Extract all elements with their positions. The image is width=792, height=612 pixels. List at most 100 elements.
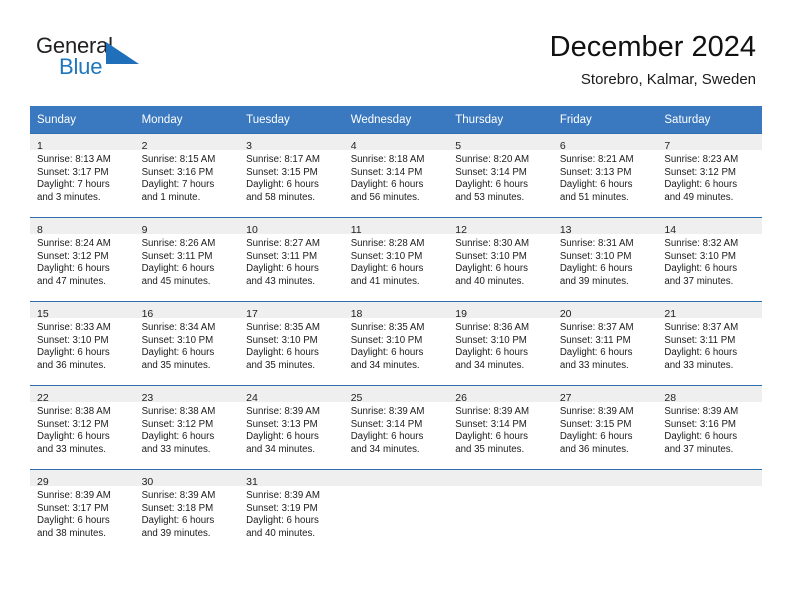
day-details — [344, 486, 449, 490]
sunrise-text: Sunrise: 8:30 AM — [455, 238, 530, 249]
calendar-day-cell[interactable]: 11 Sunrise: 8:28 AM Sunset: 3:10 PM Dayligh… — [343, 217, 449, 302]
daylight-text-line2: and 33 minutes. — [37, 443, 106, 455]
day-number: 11 — [350, 224, 362, 236]
day-details: Sunrise: 8:33 AM Sunset: 3:10 PM Daylight:… — [30, 318, 135, 372]
calendar-day-cell[interactable]: 24 Sunrise: 8:39 AM Sunset: 3:13 PM Dayligh… — [239, 385, 344, 470]
daylight-text-line2: and 35 minutes. — [455, 443, 525, 455]
sunrise-text: Sunrise: 8:37 AM — [559, 322, 634, 333]
calendar-day-cell[interactable]: 17 Sunrise: 8:35 AM Sunset: 3:10 PM Dayligh… — [239, 301, 344, 386]
sunset-text: Sunset: 3:12 PM — [37, 418, 109, 430]
sunrise-text: Sunrise: 8:31 AM — [559, 238, 634, 249]
sunset-text: Sunset: 3:18 PM — [141, 502, 214, 514]
calendar-day-cell[interactable]: 2 Sunrise: 8:15 AM Sunset: 3:16 PM Daylight… — [134, 133, 240, 218]
calendar-day-cell[interactable]: 27 Sunrise: 8:39 AM Sunset: 3:15 PM Dayligh… — [552, 385, 658, 470]
calendar-day-cell[interactable]: 14 Sunrise: 8:32 AM Sunset: 3:10 PM Dayligh… — [657, 217, 762, 302]
calendar-day-cell-empty — [343, 469, 449, 553]
calendar-day-cell[interactable]: 23 Sunrise: 8:38 AM Sunset: 3:12 PM Dayligh… — [134, 385, 240, 470]
calendar-week-row: 15 Sunrise: 8:33 AM Sunset: 3:10 PM Dayligh… — [30, 301, 762, 386]
sunset-text: Sunset: 3:13 PM — [246, 418, 318, 430]
day-number: 29 — [37, 476, 49, 488]
sunset-text: Sunset: 3:14 PM — [350, 166, 423, 178]
daylight-text-line2: and 34 minutes. — [350, 359, 420, 371]
calendar-day-cell[interactable]: 4 Sunrise: 8:18 AM Sunset: 3:14 PM Daylight… — [343, 133, 449, 218]
sunrise-text: Sunrise: 8:28 AM — [350, 238, 425, 249]
day-number: 14 — [664, 224, 677, 236]
day-details: Sunrise: 8:39 AM Sunset: 3:13 PM Daylight:… — [239, 402, 344, 456]
calendar-day-cell[interactable]: 20 Sunrise: 8:37 AM Sunset: 3:11 PM Dayligh… — [552, 301, 658, 386]
calendar-day-cell[interactable]: 12 Sunrise: 8:30 AM Sunset: 3:10 PM Dayligh… — [448, 217, 553, 302]
day-details — [553, 486, 658, 490]
day-number: 12 — [455, 224, 467, 236]
day-details: Sunrise: 8:28 AM Sunset: 3:10 PM Daylight:… — [344, 234, 449, 288]
day-number-band: 1 — [30, 134, 135, 152]
day-number-band — [552, 470, 658, 486]
day-details: Sunrise: 8:39 AM Sunset: 3:18 PM Daylight:… — [135, 486, 240, 540]
calendar-day-cell-empty — [448, 469, 553, 553]
daylight-text-line1: Daylight: 6 hours — [455, 179, 528, 191]
calendar-day-cell[interactable]: 6 Sunrise: 8:21 AM Sunset: 3:13 PM Daylight… — [552, 133, 658, 218]
calendar-day-cell[interactable]: 22 Sunrise: 8:38 AM Sunset: 3:12 PM Dayligh… — [30, 385, 135, 470]
day-number: 8 — [37, 224, 43, 236]
daylight-text-line2: and 3 minutes. — [37, 191, 101, 203]
calendar-day-cell[interactable]: 28 Sunrise: 8:39 AM Sunset: 3:16 PM Dayligh… — [657, 385, 762, 470]
day-number-band: 20 — [552, 302, 658, 320]
day-details: Sunrise: 8:32 AM Sunset: 3:10 PM Daylight:… — [657, 234, 762, 288]
daylight-text-line2: and 40 minutes. — [455, 275, 525, 287]
sunrise-text: Sunrise: 8:39 AM — [559, 406, 634, 417]
day-details: Sunrise: 8:38 AM Sunset: 3:12 PM Daylight:… — [30, 402, 135, 456]
day-number: 22 — [37, 392, 49, 404]
brand-name-blue: Blue — [59, 54, 103, 79]
calendar-day-cell[interactable]: 7 Sunrise: 8:23 AM Sunset: 3:12 PM Daylight… — [657, 133, 762, 218]
calendar-day-cell[interactable]: 19 Sunrise: 8:36 AM Sunset: 3:10 PM Dayligh… — [448, 301, 553, 386]
daylight-text-line1: Daylight: 6 hours — [246, 431, 319, 443]
calendar-day-cell[interactable]: 21 Sunrise: 8:37 AM Sunset: 3:11 PM Dayligh… — [657, 301, 762, 386]
sunset-text: Sunset: 3:11 PM — [559, 334, 631, 346]
day-number: 23 — [141, 392, 154, 404]
calendar-day-cell[interactable]: 8 Sunrise: 8:24 AM Sunset: 3:12 PM Daylight… — [30, 217, 135, 302]
calendar-day-cell[interactable]: 16 Sunrise: 8:34 AM Sunset: 3:10 PM Dayligh… — [134, 301, 240, 386]
sunrise-text: Sunrise: 8:39 AM — [350, 406, 425, 417]
day-number-band: 11 — [343, 218, 449, 236]
day-number-band: 14 — [657, 218, 762, 236]
calendar-day-cell[interactable]: 31 Sunrise: 8:39 AM Sunset: 3:19 PM Dayligh… — [239, 469, 344, 553]
calendar-day-cell[interactable]: 3 Sunrise: 8:17 AM Sunset: 3:15 PM Daylight… — [239, 133, 344, 218]
daylight-text-line2: and 36 minutes. — [559, 443, 629, 455]
day-number: 30 — [141, 476, 154, 488]
calendar-day-cell[interactable]: 25 Sunrise: 8:39 AM Sunset: 3:14 PM Dayligh… — [343, 385, 449, 470]
sunrise-text: Sunrise: 8:35 AM — [350, 322, 425, 333]
sunrise-text: Sunrise: 8:39 AM — [246, 490, 320, 501]
day-details: Sunrise: 8:26 AM Sunset: 3:11 PM Daylight:… — [135, 234, 240, 288]
day-number-band: 28 — [657, 386, 762, 404]
day-details: Sunrise: 8:31 AM Sunset: 3:10 PM Daylight:… — [553, 234, 658, 288]
daylight-text-line1: Daylight: 6 hours — [664, 263, 738, 275]
sunset-text: Sunset: 3:17 PM — [37, 166, 109, 178]
sunrise-text: Sunrise: 8:18 AM — [350, 154, 425, 165]
calendar-day-cell[interactable]: 18 Sunrise: 8:35 AM Sunset: 3:10 PM Dayligh… — [343, 301, 449, 386]
day-number-band: 25 — [343, 386, 449, 404]
calendar-body: 1 Sunrise: 8:13 AM Sunset: 3:17 PM Daylight… — [30, 133, 762, 553]
day-number-band: 5 — [448, 134, 553, 152]
brand-logo[interactable]: General Blue — [36, 33, 246, 85]
daylight-text-line2: and 34 minutes. — [455, 359, 525, 371]
sunrise-text: Sunrise: 8:36 AM — [455, 322, 530, 333]
calendar-day-cell[interactable]: 9 Sunrise: 8:26 AM Sunset: 3:11 PM Daylight… — [134, 217, 240, 302]
daylight-text-line1: Daylight: 6 hours — [455, 347, 528, 359]
calendar-day-cell[interactable]: 30 Sunrise: 8:39 AM Sunset: 3:18 PM Dayligh… — [134, 469, 240, 553]
day-number-band: 30 — [134, 470, 240, 488]
daylight-text-line2: and 53 minutes. — [455, 191, 525, 203]
calendar-day-cell[interactable]: 29 Sunrise: 8:39 AM Sunset: 3:17 PM Dayligh… — [30, 469, 135, 553]
daylight-text-line1: Daylight: 6 hours — [37, 263, 110, 275]
calendar-day-cell[interactable]: 10 Sunrise: 8:27 AM Sunset: 3:11 PM Dayligh… — [239, 217, 344, 302]
calendar-day-cell[interactable]: 5 Sunrise: 8:20 AM Sunset: 3:14 PM Daylight… — [448, 133, 553, 218]
daylight-text-line1: Daylight: 6 hours — [246, 515, 319, 527]
daylight-text-line2: and 36 minutes. — [37, 359, 106, 371]
sunrise-text: Sunrise: 8:15 AM — [141, 154, 216, 165]
calendar-day-cell[interactable]: 13 Sunrise: 8:31 AM Sunset: 3:10 PM Dayligh… — [552, 217, 658, 302]
triangle-logo-icon — [106, 42, 144, 73]
daylight-text-line1: Daylight: 6 hours — [664, 179, 738, 191]
calendar-day-cell[interactable]: 26 Sunrise: 8:39 AM Sunset: 3:14 PM Dayligh… — [448, 385, 553, 470]
calendar-day-cell[interactable]: 1 Sunrise: 8:13 AM Sunset: 3:17 PM Daylight… — [30, 133, 135, 218]
weekday-header-friday: Friday — [552, 106, 658, 134]
calendar-day-cell[interactable]: 15 Sunrise: 8:33 AM Sunset: 3:10 PM Dayligh… — [30, 301, 135, 386]
daylight-text-line2: and 41 minutes. — [350, 275, 420, 287]
